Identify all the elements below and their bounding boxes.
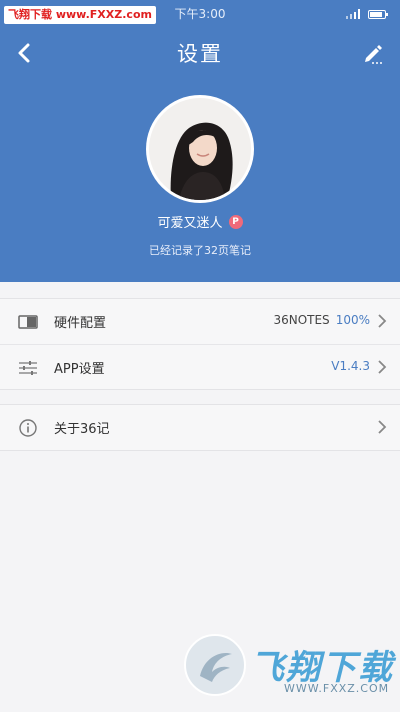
sliders-icon xyxy=(18,358,38,378)
watermark-url: WWW.FXXZ.COM xyxy=(284,682,390,695)
settings-group-2: 关于36记 xyxy=(0,404,400,451)
status-time: 下午3:00 xyxy=(174,7,226,21)
signal-icon xyxy=(346,9,360,19)
badge-icon: P xyxy=(228,214,243,229)
avatar[interactable] xyxy=(146,95,254,203)
chevron-right-icon xyxy=(376,359,388,375)
menu-label-hardware: 硬件配置 xyxy=(54,316,107,331)
menu-item-hardware[interactable]: 硬件配置 36NOTES 100% xyxy=(0,299,400,344)
menu-label-about: 关于36记 xyxy=(54,422,110,437)
username: 可爱又迷人 xyxy=(157,216,223,231)
hardware-value: 36NOTES 100% xyxy=(273,313,370,327)
menu-item-app-settings[interactable]: APP设置 V1.4.3 xyxy=(0,344,400,389)
chevron-right-icon xyxy=(376,313,388,329)
hardware-battery-percent: 100% xyxy=(335,313,370,327)
notes-summary: 已经记录了32页笔记 xyxy=(149,244,251,257)
pen-icon[interactable] xyxy=(358,38,388,68)
profile-header: 飞翔下载 www.FXXZ.com 下午3:00 设置 可爱又迷人 P 已经记录… xyxy=(0,0,400,282)
watermark-bottom: 飞翔下载 WWW.FXXZ.COM xyxy=(184,634,392,700)
device-icon xyxy=(18,312,38,332)
settings-group-1: 硬件配置 36NOTES 100% APP设置 V1.4.3 xyxy=(0,298,400,390)
username-row: 可爱又迷人 P xyxy=(0,212,400,231)
info-icon xyxy=(18,418,38,438)
app-version: V1.4.3 xyxy=(331,359,370,373)
battery-icon xyxy=(368,10,388,19)
chevron-right-icon xyxy=(376,419,388,435)
page-title: 设置 xyxy=(177,42,223,66)
status-bar: 飞翔下载 www.FXXZ.com 下午3:00 xyxy=(0,0,400,26)
watermark-logo xyxy=(184,634,246,696)
menu-label-app: APP设置 xyxy=(54,362,105,377)
hardware-device-name: 36NOTES xyxy=(273,313,330,327)
menu-item-about[interactable]: 关于36记 xyxy=(0,405,400,450)
